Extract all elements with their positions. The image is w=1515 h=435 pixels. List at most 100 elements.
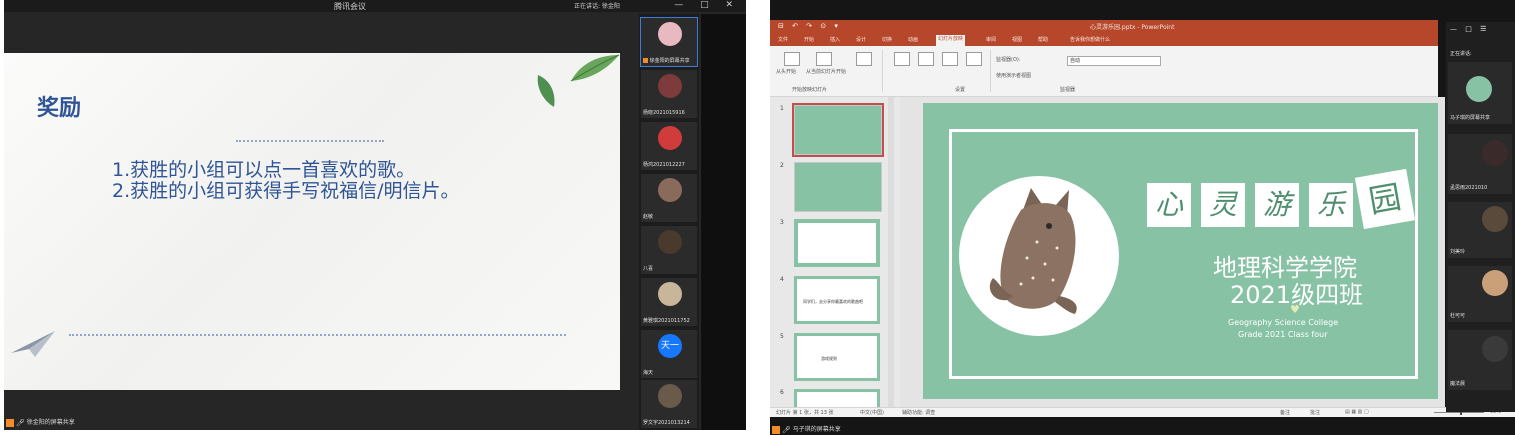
- meeting-title: 腾讯会议: [334, 2, 366, 11]
- ppt-window-title: 心灵游乐园.pptx - PowerPoint: [1090, 24, 1175, 31]
- avatar: [658, 282, 682, 306]
- tab-help[interactable]: 帮助: [1038, 36, 1048, 43]
- participant-tile[interactable]: 杨鸿2021012227: [641, 122, 697, 170]
- group-divider: [882, 50, 883, 92]
- thumbnail-scrollbar[interactable]: [888, 97, 894, 407]
- tell-me-search[interactable]: 告诉我你想做什么: [1070, 36, 1110, 43]
- participant-name: 刘美玲: [1450, 249, 1466, 255]
- shared-slide: 奖励 1.获胜的小组可以点一首喜欢的歌。 2.获胜的小组可获得手写祝福信/明信片…: [4, 53, 620, 390]
- participant-name: 徐金阳的屏幕共享: [643, 57, 690, 64]
- participant-tile[interactable]: 赵敏: [641, 174, 697, 222]
- slide-thumbnail[interactable]: [794, 219, 880, 267]
- participant-tile[interactable]: 杜可可: [1448, 266, 1512, 322]
- ribbon-button[interactable]: [942, 52, 958, 66]
- tab-insert[interactable]: 插入: [830, 36, 840, 43]
- participant-name: 孟思雨2021010: [1450, 185, 1488, 191]
- from-current-label: 从当前幻灯片开始: [806, 69, 847, 75]
- heart-icon: ♥: [1290, 303, 1300, 316]
- participant-tile[interactable]: 徐金阳的屏幕共享: [640, 17, 698, 67]
- host-badge-icon: [6, 418, 14, 427]
- slide-thumbnail[interactable]: [792, 103, 884, 157]
- current-slide[interactable]: 心 灵 游 乐 园 地理科学学院 2021级四班 ♥ Geography Sci…: [923, 103, 1438, 399]
- avatar: [658, 74, 682, 98]
- window-controls[interactable]: — □ ✕: [674, 0, 740, 10]
- participant-tile[interactable]: 八喜: [641, 226, 697, 274]
- tab-review[interactable]: 审阅: [986, 36, 996, 43]
- slide-thumbnail[interactable]: 同学们，去分享你最喜欢的歌曲吧: [794, 276, 880, 324]
- monitor-label: 监视器(O):: [996, 57, 1021, 63]
- ribbon-button[interactable]: [856, 52, 872, 66]
- participant-tile[interactable]: 罗文宇2021013214: [641, 380, 697, 428]
- avatar: [1482, 270, 1508, 296]
- tab-design[interactable]: 设计: [856, 36, 866, 43]
- avatar: [1482, 206, 1508, 232]
- avatar: [658, 384, 682, 408]
- zoom-slider[interactable]: [1434, 412, 1484, 413]
- group-label: 监视器: [1060, 87, 1076, 93]
- ribbon-button[interactable]: [966, 52, 982, 66]
- notes-button[interactable]: 备注: [1280, 409, 1290, 416]
- ribbon-button[interactable]: [918, 52, 934, 66]
- divider: [236, 140, 384, 142]
- from-start-button[interactable]: [784, 52, 800, 66]
- participant-name: 黄雅琪2021011752: [643, 318, 690, 324]
- slide-thumbnail[interactable]: 游戏规则: [794, 333, 880, 381]
- slide-thumbnail[interactable]: [794, 162, 882, 212]
- panel-window-controls[interactable]: — □ ☰: [1450, 25, 1489, 33]
- participant-tile[interactable]: 黄雅琪2021011752: [641, 278, 697, 326]
- meeting-window-left: 腾讯会议 正在讲话: 徐金阳 — □ ✕ 奖励 1.获胜的小组可以点一首喜欢的歌…: [4, 0, 746, 430]
- participant-name: 马子琪的屏幕共享: [1450, 115, 1491, 121]
- tab-file[interactable]: 文件: [778, 36, 788, 43]
- ribbon-button[interactable]: [894, 52, 910, 66]
- comments-button[interactable]: 批注: [1310, 409, 1320, 416]
- speaking-indicator: 正在讲话: 徐金阳: [574, 3, 620, 10]
- mascot-circle: [959, 176, 1119, 336]
- from-current-button[interactable]: [816, 52, 832, 66]
- from-start-label: 从头开始: [776, 69, 797, 75]
- ribbon: 从头开始 从当前幻灯片开始 开始放映幻灯片 设置 监视器(O): 自动 使用演示…: [770, 46, 1438, 97]
- participant-tile[interactable]: 刘美玲: [1448, 202, 1512, 258]
- language-status[interactable]: 中文(中国): [860, 409, 884, 416]
- leaf-decoration-icon: [570, 54, 620, 82]
- title-char: 园: [1354, 168, 1416, 230]
- participant-panel: — □ ☰ 正在讲话: 马子琪的屏幕共享 孟思雨2021010 刘美玲 杜可可 …: [1446, 22, 1515, 412]
- slide-editor: 心 灵 游 乐 园 地理科学学院 2021级四班 ♥ Geography Sci…: [900, 97, 1445, 407]
- participant-tile[interactable]: 孟思雨2021010: [1448, 134, 1512, 194]
- tab-slideshow[interactable]: 幻灯片放映: [936, 35, 966, 46]
- avatar: [658, 230, 682, 254]
- panel-edge: [701, 14, 746, 430]
- avatar: [1466, 76, 1492, 102]
- tab-transitions[interactable]: 切换: [882, 36, 892, 43]
- participant-tile[interactable]: 马子琪的屏幕共享: [1448, 62, 1512, 124]
- presenter-name: 马子琪的屏幕共享: [792, 426, 841, 433]
- title-char: 游: [1255, 183, 1299, 227]
- participant-list: 徐金阳的屏幕共享 杨晓2021015916 杨鸿2021012227 赵敏 八喜…: [639, 14, 699, 430]
- tab-animations[interactable]: 动画: [908, 36, 918, 43]
- participant-tile[interactable]: 魔法晨: [1448, 330, 1512, 390]
- avatar: [658, 126, 682, 150]
- ppt-titlebar: ⊟ ↶ ↷ ⊙ ▾ 心灵游乐园.pptx - PowerPoint: [770, 20, 1438, 34]
- participant-name: 魔法晨: [1450, 381, 1466, 387]
- avatar: [658, 178, 682, 202]
- presenter-view-checkbox[interactable]: 使用演示者视图: [996, 72, 1031, 79]
- participant-name: 杨晓2021015916: [643, 110, 685, 116]
- accessibility-status[interactable]: 辅助功能: 调查: [902, 409, 935, 416]
- thumb-number: 3: [780, 219, 784, 226]
- title-char: 乐: [1309, 183, 1353, 227]
- slide-bullet: 2.获胜的小组可获得手写祝福信/明信片。: [112, 180, 460, 202]
- english-subtitle: Grade 2021 Class four: [1238, 330, 1328, 339]
- view-buttons-icon[interactable]: ▤ ▦ ▥ ▢: [1345, 409, 1369, 415]
- group-divider: [990, 50, 991, 92]
- participant-tile[interactable]: 杨晓2021015916: [641, 70, 697, 118]
- participant-name: 杜可可: [1450, 313, 1466, 319]
- mic-icon: 🎤︎: [15, 418, 25, 427]
- slide-thumbnail-pane: 1 2 3 4 同学们，去分享你最喜欢的歌曲吧 5 游戏规则 6: [770, 97, 900, 411]
- title-char: 心: [1147, 183, 1191, 227]
- quick-access-toolbar[interactable]: ⊟ ↶ ↷ ⊙ ▾: [778, 22, 841, 30]
- tab-home[interactable]: 开始: [804, 36, 814, 43]
- thumb-text: 同学们，去分享你最喜欢的歌曲吧: [803, 299, 863, 304]
- monitor-select[interactable]: 自动: [1067, 56, 1161, 66]
- presenter-label: 🎤︎ 马子琪的屏幕共享: [772, 424, 841, 434]
- participant-tile[interactable]: 天一 海天: [641, 330, 697, 378]
- tab-view[interactable]: 视图: [1012, 36, 1022, 43]
